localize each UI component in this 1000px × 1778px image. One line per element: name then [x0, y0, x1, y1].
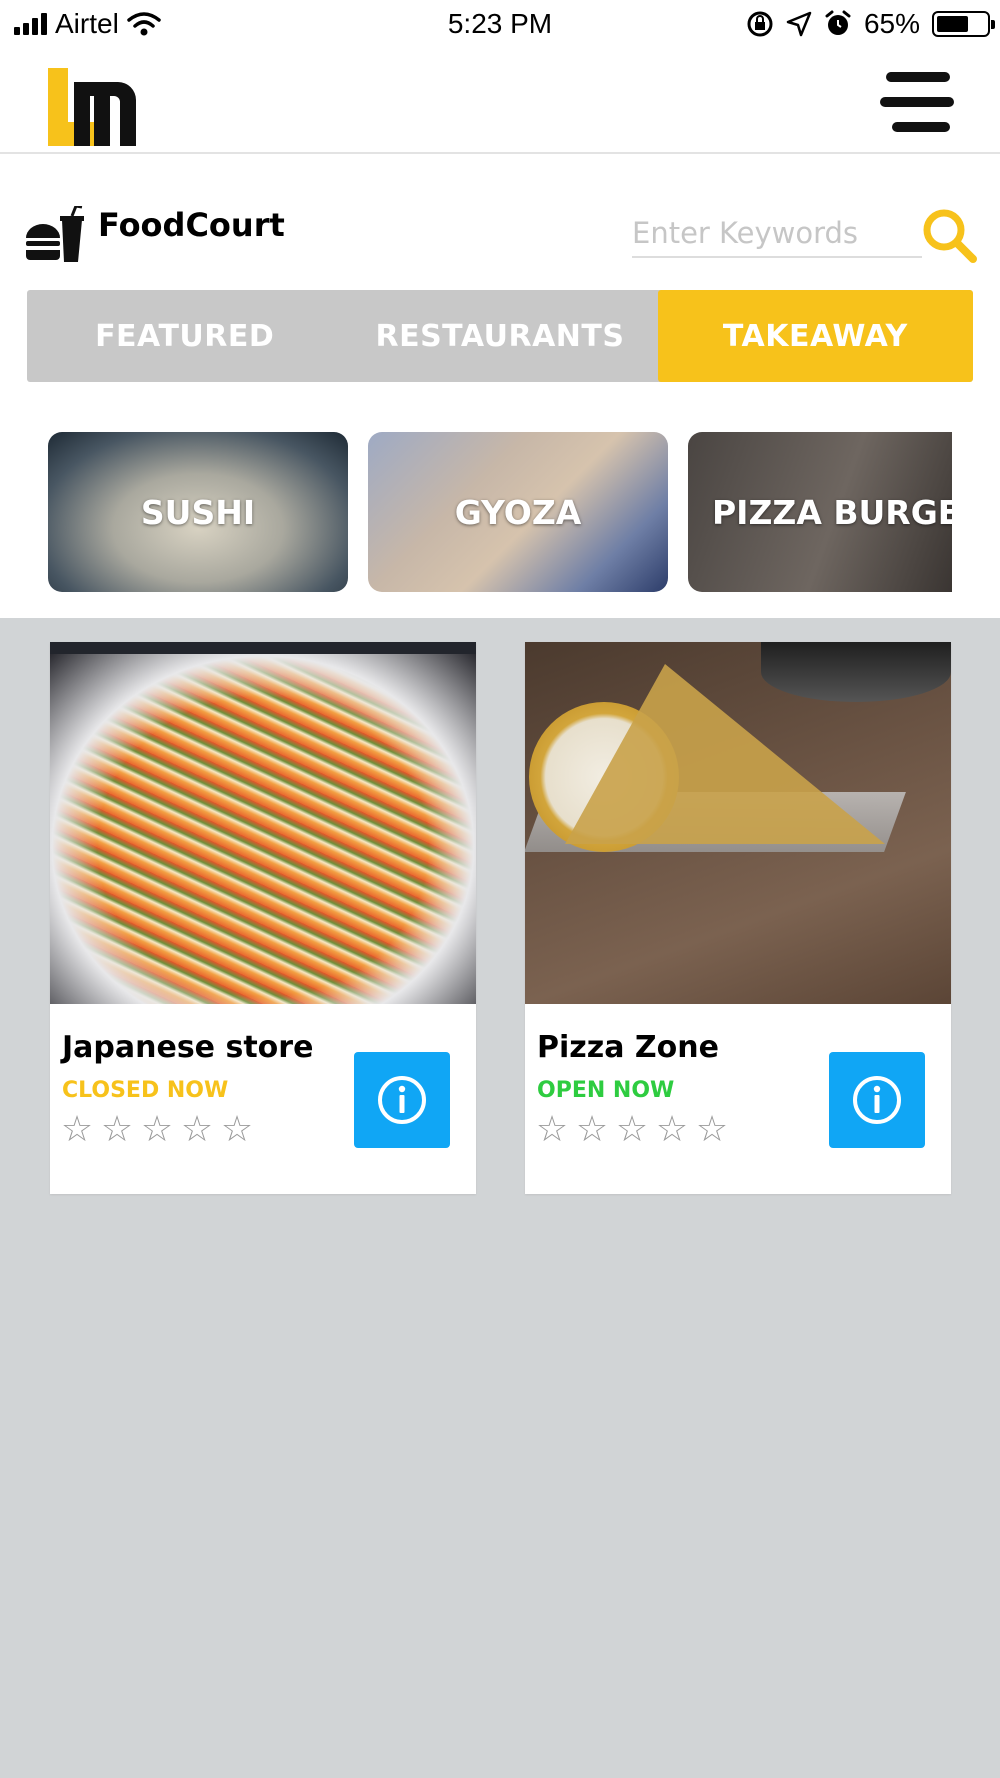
category-label: GYOZA [454, 492, 582, 532]
info-icon [378, 1076, 426, 1124]
star-empty-icon: ☆ [615, 1109, 649, 1150]
store-photo [525, 642, 951, 1004]
star-empty-icon: ☆ [140, 1109, 174, 1150]
store-card[interactable]: Japanese store CLOSED NOW ☆ ☆ ☆ ☆ ☆ [50, 642, 476, 1194]
brand-search-row: FoodCourt [0, 196, 1000, 266]
star-empty-icon: ☆ [220, 1109, 254, 1150]
category-carousel[interactable]: SUSHI GYOZA PIZZA BURGER [48, 432, 952, 592]
star-empty-icon: ☆ [180, 1109, 214, 1150]
lm-logo-icon[interactable] [48, 60, 136, 146]
star-rating: ☆ ☆ ☆ ☆ ☆ [60, 1112, 254, 1148]
search-icon[interactable] [920, 206, 978, 264]
store-name: Japanese store [62, 1030, 314, 1065]
alarm-icon [825, 10, 851, 35]
category-sushi[interactable]: SUSHI [48, 432, 348, 592]
star-empty-icon: ☆ [575, 1109, 609, 1150]
store-card[interactable]: Pizza Zone OPEN NOW ☆ ☆ ☆ ☆ ☆ [525, 642, 951, 1194]
star-empty-icon: ☆ [655, 1109, 689, 1150]
brand-name: FoodCourt [98, 206, 285, 244]
tab-restaurants[interactable]: RESTAURANTS [342, 290, 657, 382]
star-empty-icon: ☆ [535, 1109, 569, 1150]
status-bar: Airtel 5:23 PM 65% [0, 0, 1000, 50]
star-empty-icon: ☆ [695, 1109, 729, 1150]
star-rating: ☆ ☆ ☆ ☆ ☆ [535, 1112, 729, 1148]
tab-takeaway[interactable]: TAKEAWAY [657, 290, 973, 382]
battery-percent: 65% [863, 8, 920, 39]
category-gyoza[interactable]: GYOZA [368, 432, 668, 592]
status-right: 65% [746, 8, 995, 40]
info-button[interactable] [829, 1052, 925, 1148]
info-button[interactable] [354, 1052, 450, 1148]
category-label: PIZZA BURGER [712, 492, 952, 532]
app-header [0, 50, 1000, 154]
store-photo [50, 642, 476, 1004]
rotation-lock-icon [747, 11, 773, 37]
tab-bar: FEATURED RESTAURANTS TAKEAWAY [27, 290, 973, 382]
burger-drink-icon [26, 206, 84, 262]
info-icon [853, 1076, 901, 1124]
battery-icon [932, 11, 995, 37]
tab-featured[interactable]: FEATURED [27, 290, 342, 382]
category-label: SUSHI [140, 492, 256, 532]
star-empty-icon: ☆ [100, 1109, 134, 1150]
store-status: OPEN NOW [537, 1078, 675, 1103]
store-status: CLOSED NOW [62, 1078, 229, 1103]
store-listing: Japanese store CLOSED NOW ☆ ☆ ☆ ☆ ☆ Pizz… [0, 618, 1000, 1778]
star-empty-icon: ☆ [60, 1109, 94, 1150]
store-name: Pizza Zone [537, 1030, 719, 1065]
search-input[interactable] [632, 210, 922, 258]
location-arrow-icon [786, 11, 812, 37]
category-pizza-burger[interactable]: PIZZA BURGER [688, 432, 952, 592]
hamburger-menu-icon[interactable] [880, 72, 954, 132]
